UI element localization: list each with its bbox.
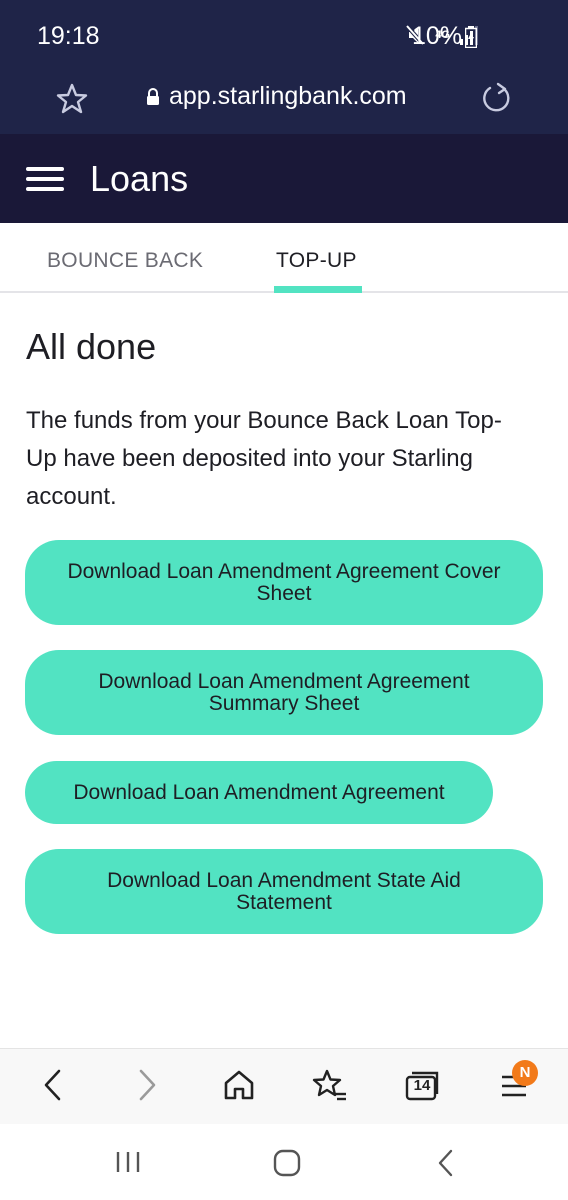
status-bar: 19:18 4G 10% <box>0 0 568 70</box>
button-label: Download Loan Amendment State Aid Statem… <box>107 868 461 914</box>
tab-top-up[interactable]: TOP-UP <box>276 249 357 273</box>
battery-indicator: 10% <box>412 22 478 51</box>
download-state-aid-statement-button[interactable]: Download Loan Amendment State Aid Statem… <box>25 849 543 934</box>
download-summary-sheet-button[interactable]: Download Loan Amendment Agreement Summar… <box>25 650 543 735</box>
bookmarks-icon[interactable] <box>312 1067 348 1103</box>
browser-url-bar: app.starlingbank.com <box>0 70 568 134</box>
confirmation-message: The funds from your Bounce Back Loan Top… <box>26 407 502 510</box>
back-icon[interactable] <box>40 1067 66 1103</box>
back-nav-icon[interactable] <box>434 1148 458 1178</box>
confirmation-heading: All done <box>26 326 157 367</box>
loan-tabs: BOUNCE BACK TOP-UP <box>0 223 568 293</box>
forward-icon[interactable] <box>134 1067 160 1103</box>
home-nav-icon[interactable] <box>272 1148 302 1178</box>
download-agreement-button[interactable]: Download Loan Amendment Agreement <box>25 761 493 824</box>
page-title: Loans <box>90 158 189 199</box>
browser-toolbar <box>0 1048 568 1124</box>
menu-badge: N <box>512 1060 538 1086</box>
tab-bounce-back[interactable]: BOUNCE BACK <box>47 249 203 273</box>
download-cover-sheet-button[interactable]: Download Loan Amendment Agreement Cover … <box>25 540 543 625</box>
lock-icon <box>147 87 159 105</box>
system-nav-bar <box>0 1124 568 1200</box>
status-time: 19:18 <box>37 22 100 50</box>
active-tab-indicator <box>274 286 362 293</box>
app-header: Loans <box>0 134 568 223</box>
url-text: app.starlingbank.com <box>169 82 407 110</box>
battery-level: 10% <box>412 22 463 50</box>
battery-icon <box>465 25 478 48</box>
tabs-count: 14 <box>413 1077 431 1094</box>
url-field[interactable]: app.starlingbank.com <box>146 82 407 111</box>
recents-icon[interactable] <box>114 1148 142 1176</box>
reload-icon[interactable] <box>478 80 514 116</box>
star-icon[interactable] <box>55 82 89 116</box>
home-icon[interactable] <box>222 1067 256 1103</box>
menu-icon[interactable] <box>26 165 64 193</box>
button-label: Download Loan Amendment Agreement <box>73 780 445 804</box>
button-label: Download Loan Amendment Agreement Summar… <box>98 669 470 715</box>
button-label: Download Loan Amendment Agreement Cover … <box>67 559 501 605</box>
